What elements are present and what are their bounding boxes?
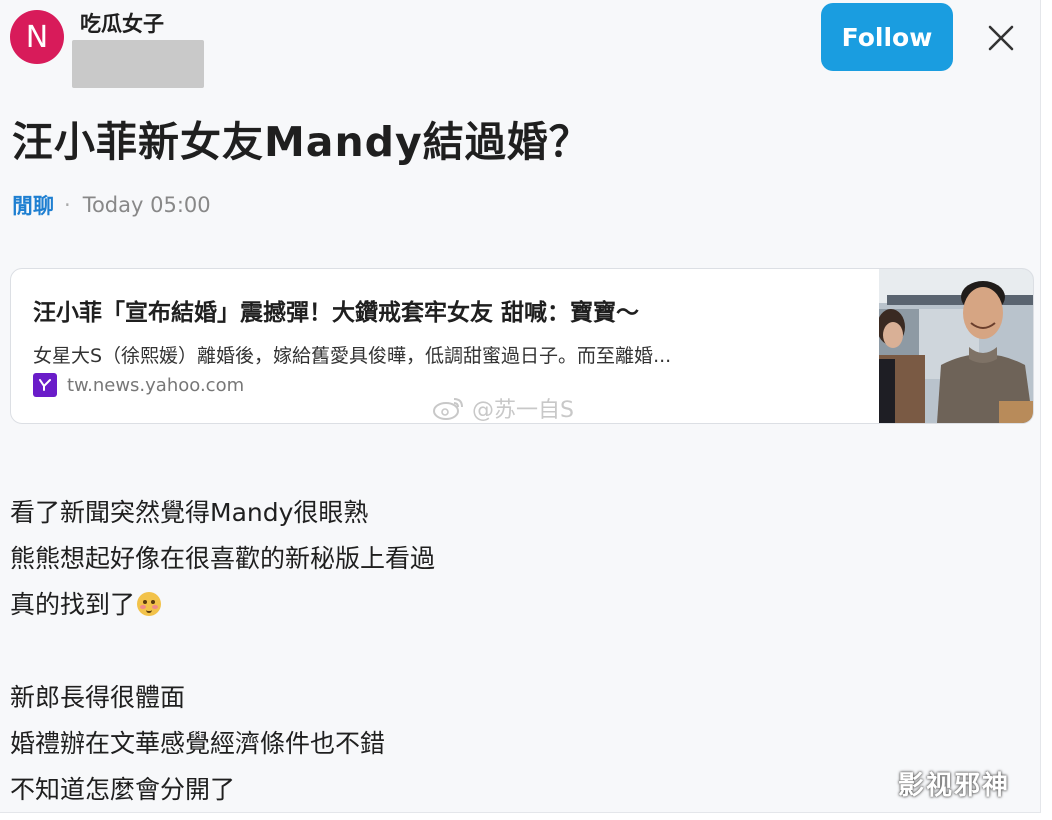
follow-button[interactable]: Follow	[821, 3, 953, 71]
body-line-3: 真的找到了	[10, 582, 435, 628]
weibo-watermark-text: @苏一自S	[472, 398, 574, 423]
body-line-1: 看了新聞突然覺得Mandy很眼熟	[10, 498, 369, 527]
yahoo-icon	[33, 373, 57, 397]
link-card-source: tw.news.yahoo.com	[33, 373, 244, 397]
body-line-6: 不知道怎麼會分開了	[10, 775, 236, 804]
post-meta: 閒聊 · Today 05:00	[12, 190, 211, 220]
body-line-2: 熊熊想起好像在很喜歡的新秘版上看過	[10, 544, 436, 573]
weibo-icon	[433, 398, 463, 420]
corner-watermark: 影视邪神	[898, 771, 1011, 801]
avatar-letter: N	[25, 19, 49, 55]
category-link[interactable]: 閒聊	[12, 190, 54, 220]
flushed-face-emoji	[137, 592, 162, 616]
link-card-domain: tw.news.yahoo.com	[67, 374, 245, 396]
post-body: 看了新聞突然覺得Mandy很眼熟 熊熊想起好像在很喜歡的新秘版上看過 真的找到了…	[10, 490, 435, 813]
close-icon	[988, 25, 1014, 51]
author-name[interactable]: 吃瓜女子	[80, 8, 164, 38]
link-card-description: 女星大S（徐熙媛）離婚後，嫁給舊愛具俊曄，低調甜蜜過日子。而至離婚...	[33, 345, 672, 367]
post-timestamp: Today 05:00	[82, 193, 211, 217]
post-card: N 吃瓜女子 Follow 汪小菲新女友Mandy結過婚？ 閒聊 · Today…	[0, 0, 1041, 813]
redacted-block	[72, 40, 204, 88]
body-line-5: 婚禮辦在文華感覺經濟條件也不錯	[10, 729, 386, 758]
meta-separator: ·	[64, 193, 71, 217]
link-card-title: 汪小菲「宣布結婚」震撼彈！大鑽戒套牢女友 甜喊：寶寶～	[33, 300, 640, 326]
post-title: 汪小菲新女友Mandy結過婚？	[12, 118, 591, 166]
close-button[interactable]	[981, 18, 1021, 58]
body-line-4: 新郎長得很體面	[10, 683, 186, 712]
weibo-watermark: @苏一自S	[432, 392, 574, 424]
link-card-thumbnail	[879, 269, 1033, 423]
author-avatar[interactable]: N	[10, 10, 64, 64]
